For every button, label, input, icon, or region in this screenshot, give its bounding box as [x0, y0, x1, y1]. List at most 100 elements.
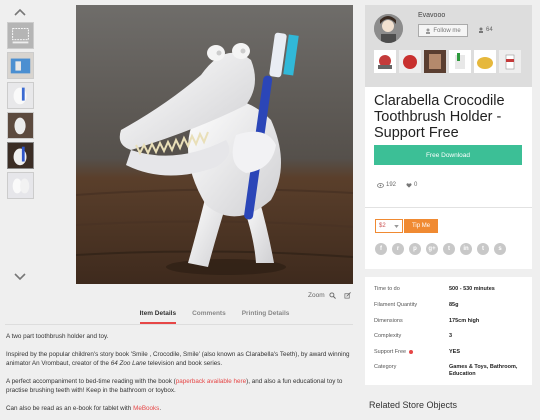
tab-divider: [5, 324, 353, 325]
spec-key: Time to do: [374, 286, 400, 292]
spec-row-dimensions: Dimensions 175cm high: [374, 318, 524, 325]
spec-key: Support Free: [374, 349, 407, 355]
thumbnail-image: [8, 113, 33, 138]
thumbnail-scroll-down-button[interactable]: [12, 272, 28, 282]
zoom-label[interactable]: Zoom: [308, 292, 325, 299]
views-stat: 192: [377, 182, 396, 188]
chevron-down-icon: [14, 273, 26, 281]
thumbnail-2[interactable]: [7, 52, 34, 79]
google-plus-icon[interactable]: g+: [426, 243, 438, 255]
spec-key: Dimensions: [374, 318, 403, 324]
description-text: Can also be read as an e-book for tablet…: [6, 405, 134, 412]
spec-key: Category: [374, 364, 397, 370]
caret-down-icon: [394, 224, 399, 228]
tumblr-icon[interactable]: t: [477, 243, 489, 255]
thumbnail-5-selected[interactable]: [7, 142, 34, 169]
spec-value: YES: [449, 349, 461, 355]
avatar-image: [374, 14, 403, 43]
follow-button[interactable]: Follow me: [418, 24, 468, 37]
item-tabs: Item Details Comments Printing Details: [76, 306, 353, 324]
thumbnail-image: [8, 143, 33, 168]
store-object-thumb-6[interactable]: [499, 50, 521, 73]
thumbnail-scroll-up-button[interactable]: [12, 7, 28, 17]
heart-icon: [406, 182, 412, 188]
store-object-thumb-1[interactable]: [374, 50, 396, 73]
crocodile-toothbrush-holder-photo: [76, 5, 353, 284]
chevron-up-icon: [14, 8, 26, 16]
thumbnail-image: [8, 173, 33, 198]
follow-user-icon: [426, 28, 431, 34]
free-download-button[interactable]: Free Download: [374, 145, 522, 165]
followers-icon: [479, 27, 483, 33]
thumbnail-image: [8, 83, 33, 108]
tip-amount-select[interactable]: $2: [375, 219, 403, 233]
thumbnail-3[interactable]: [7, 82, 34, 109]
views-count: 192: [386, 182, 397, 188]
description-paragraph-2: Inspired by the popular children's story…: [6, 350, 354, 368]
thumbnail-3d-viewer[interactable]: [7, 22, 34, 49]
likes-stat[interactable]: 0: [406, 182, 417, 188]
thumbnail-image: [8, 53, 33, 78]
description-text: .: [159, 405, 162, 412]
spec-value-category[interactable]: Games & Toys, Bathroom, Education: [449, 364, 524, 378]
thumbnail-4[interactable]: [7, 112, 34, 139]
likes-count: 0: [414, 182, 418, 188]
spec-value: 3: [449, 333, 453, 339]
tab-printing-details[interactable]: Printing Details: [242, 306, 290, 324]
spec-key: Filament Quantity: [374, 302, 418, 308]
store-object-image: [474, 50, 496, 73]
spec-row-category: Category Games & Toys, Bathroom, Educati…: [374, 364, 524, 378]
facebook-icon[interactable]: f: [375, 243, 387, 255]
spec-row-filament: Filament Quantity 85g: [374, 302, 524, 309]
spec-row-time: Time to do 500 - 530 minutes: [374, 286, 524, 293]
tip-amount-value: $2: [379, 223, 386, 229]
store-object-image: [499, 50, 521, 73]
follow-button-label: Follow me: [433, 27, 461, 34]
item-title: Clarabella Crocodile Toothbrush Holder -…: [374, 93, 505, 141]
eye-icon: [377, 182, 384, 188]
thumbnail-6[interactable]: [7, 172, 34, 199]
main-product-image[interactable]: [76, 5, 353, 284]
store-object-thumb-5[interactable]: [474, 50, 496, 73]
followers-count: 64: [478, 27, 493, 33]
avatar[interactable]: [374, 14, 403, 43]
divider: [365, 207, 532, 208]
pinterest-icon[interactable]: p: [409, 243, 421, 255]
description-text: television and book series.: [146, 360, 223, 367]
edit-icon[interactable]: [344, 291, 351, 299]
store-object-image: [449, 50, 471, 73]
description-paragraph-4: Can also be read as an e-book for tablet…: [6, 404, 354, 413]
description-paragraph-3: A perfect accompaniment to bed-time read…: [6, 377, 354, 395]
followers-value: 64: [486, 27, 493, 33]
store-object-thumb-4[interactable]: [449, 50, 471, 73]
3d-model-icon: [8, 23, 33, 48]
tab-comments[interactable]: Comments: [192, 306, 226, 324]
support-free-indicator-icon: [409, 349, 414, 354]
stumbleupon-icon[interactable]: s: [494, 243, 506, 255]
twitter-icon[interactable]: t: [443, 243, 455, 255]
related-store-objects-heading: Related Store Objects: [369, 400, 458, 410]
store-object-image: [374, 50, 396, 73]
store-object-thumb-2[interactable]: [399, 50, 421, 73]
share-icons: f r p g+ t in t s: [375, 243, 506, 255]
description-paragraph-1: A two part toothbrush holder and toy.: [6, 333, 109, 340]
spec-row-complexity: Complexity 3: [374, 333, 524, 340]
paperback-link[interactable]: paperback available here: [176, 378, 246, 385]
spec-value: 500 - 530 minutes: [449, 286, 495, 292]
linkedin-icon[interactable]: in: [460, 243, 472, 255]
tab-item-details[interactable]: Item Details: [139, 306, 177, 324]
store-object-thumb-3[interactable]: [424, 50, 446, 73]
show-title: 64 Zoo Lane: [110, 360, 147, 367]
zoom-toolbar: Zoom: [308, 290, 351, 300]
spec-row-support-free: Support Free YES: [374, 349, 524, 356]
store-object-image: [424, 50, 446, 73]
magnifier-icon[interactable]: [329, 291, 336, 299]
spec-key: Complexity: [374, 333, 402, 339]
description-text: A perfect accompaniment to bed-time read…: [6, 378, 176, 385]
tip-me-button[interactable]: Tip Me: [404, 219, 438, 233]
mebooks-link[interactable]: MeBooks: [133, 405, 159, 412]
reddit-icon[interactable]: r: [392, 243, 404, 255]
author-name[interactable]: Evavooo: [418, 12, 445, 19]
spec-value: 175cm high: [449, 318, 480, 324]
tip-share-card: [365, 207, 532, 269]
